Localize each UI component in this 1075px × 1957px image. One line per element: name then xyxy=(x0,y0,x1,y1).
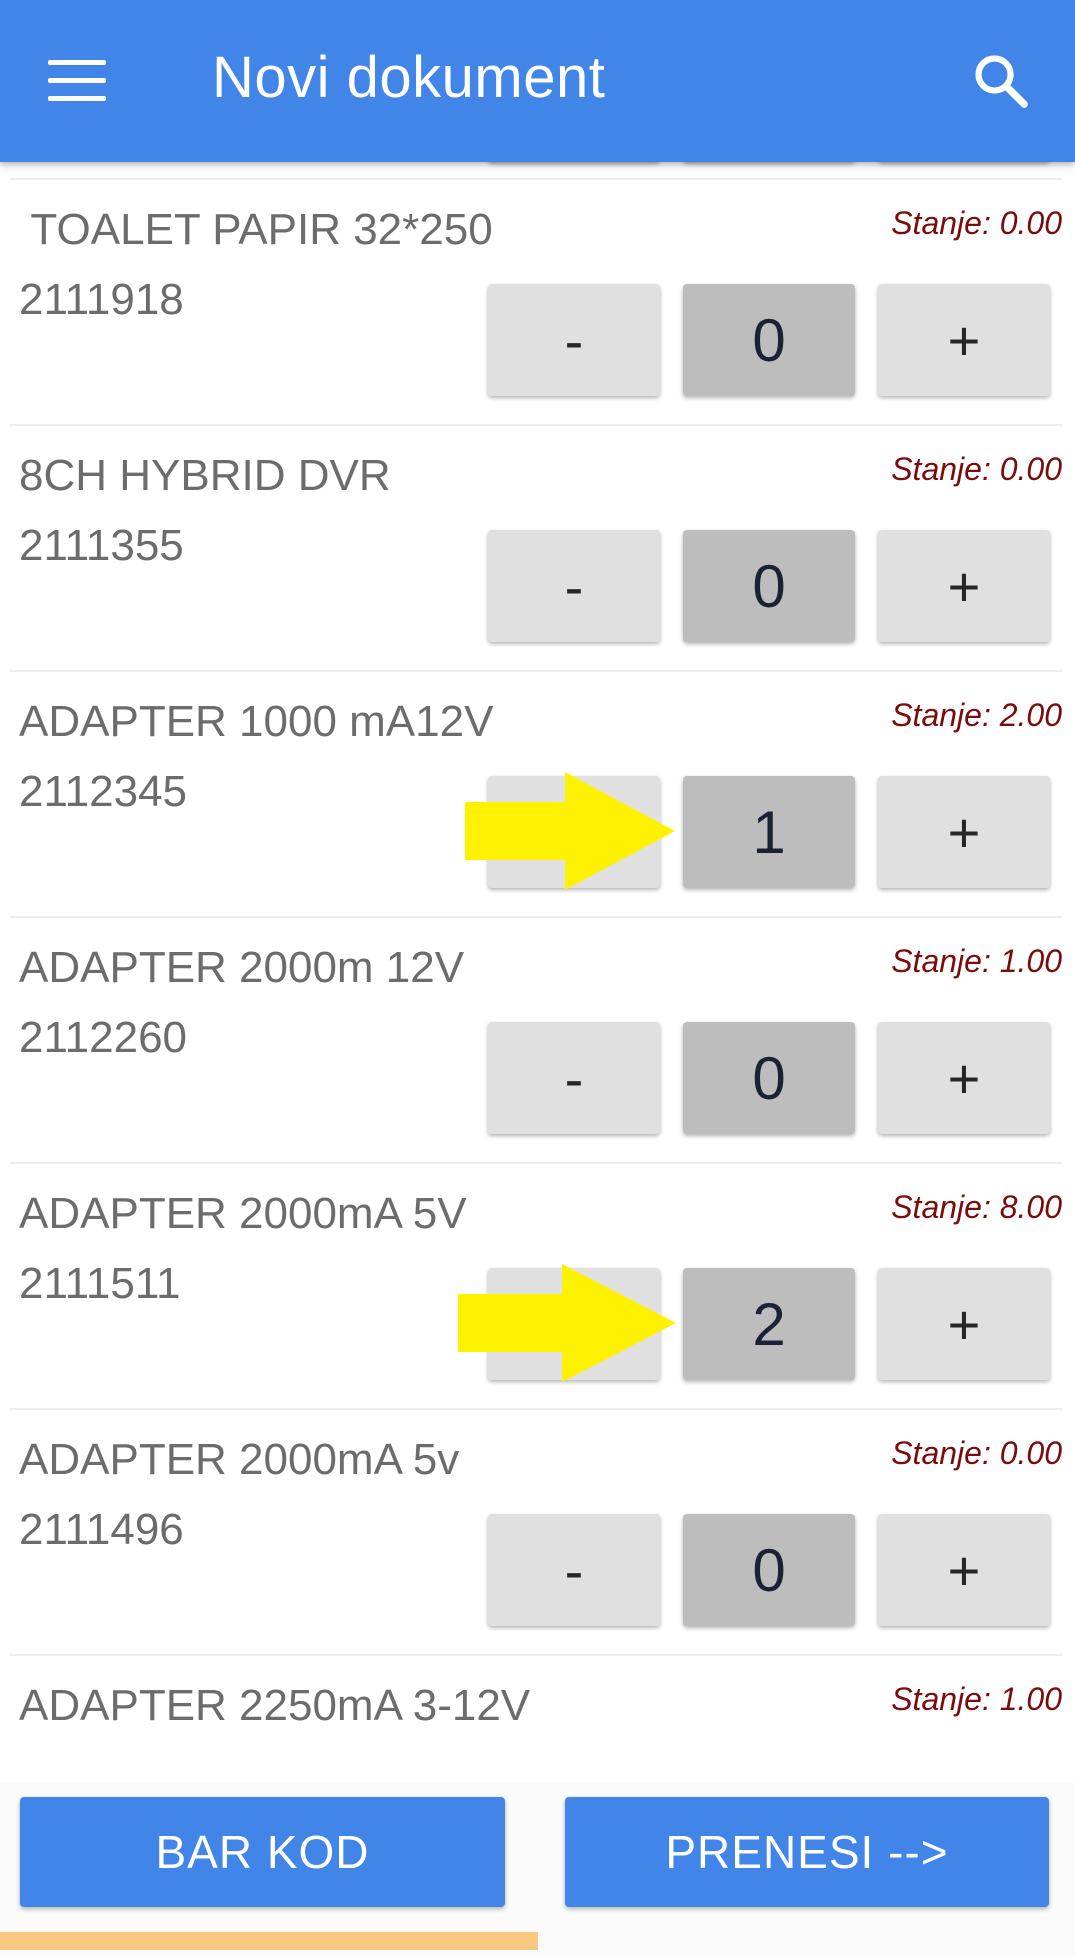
app-bar: Novi dokument xyxy=(0,0,1075,162)
minus-button[interactable]: - xyxy=(488,284,660,396)
article-code: 2112345 xyxy=(19,767,188,816)
minus-button[interactable]: - xyxy=(488,1022,660,1134)
list-item: ADAPTER 1000 mA12V 2112345 Stanje: 2.00 … xyxy=(10,672,1062,918)
search-icon[interactable] xyxy=(970,50,1032,112)
minus-button[interactable]: - xyxy=(488,530,660,642)
stock-label: Stanje: 1.00 xyxy=(891,943,1062,979)
list-item-partial xyxy=(10,162,1062,180)
article-code: 2112260 xyxy=(19,1013,188,1062)
list-item: TOALET PAPIR 32*250 2111918 Stanje: 0.00… xyxy=(10,180,1062,426)
plus-button[interactable]: + xyxy=(878,1514,1050,1626)
quantity-field[interactable]: 1 xyxy=(683,776,855,888)
stock-label: Stanje: 0.00 xyxy=(891,1435,1062,1471)
list-item: ADAPTER 2250mA 3-12V Stanje: 1.00 xyxy=(10,1656,1062,1782)
plus-button[interactable]: + xyxy=(878,1268,1050,1380)
page-title: Novi dokument xyxy=(212,45,606,110)
article-name: ADAPTER 2000mA 5v xyxy=(19,1435,460,1484)
bottom-action-bar: BAR KOD PRENESI --> xyxy=(0,1782,1075,1957)
plus-button[interactable]: + xyxy=(878,284,1050,396)
minus-button[interactable]: - xyxy=(488,1514,660,1626)
stock-label: Stanje: 0.00 xyxy=(891,451,1062,487)
list-item: ADAPTER 2000mA 5V 2111511 Stanje: 8.00 -… xyxy=(10,1164,1062,1410)
barcode-button[interactable]: BAR KOD xyxy=(20,1797,505,1907)
article-name: ADAPTER 2000mA 5V xyxy=(19,1189,467,1238)
article-name: TOALET PAPIR 32*250 xyxy=(19,205,493,254)
article-code: 2111355 xyxy=(19,521,184,570)
article-name: ADAPTER 1000 mA12V xyxy=(19,697,494,746)
quantity-field[interactable]: 0 xyxy=(683,1022,855,1134)
article-name: ADAPTER 2000m 12V xyxy=(19,943,465,992)
transfer-button[interactable]: PRENESI --> xyxy=(565,1797,1049,1907)
plus-button[interactable]: + xyxy=(878,776,1050,888)
minus-button[interactable]: - xyxy=(488,1268,660,1380)
stock-label: Stanje: 0.00 xyxy=(891,205,1062,241)
article-code: 2111918 xyxy=(19,275,184,324)
plus-button[interactable]: + xyxy=(878,530,1050,642)
article-name: 8CH HYBRID DVR xyxy=(19,451,391,500)
list-item: ADAPTER 2000m 12V 2112260 Stanje: 1.00 -… xyxy=(10,918,1062,1164)
stock-label: Stanje: 2.00 xyxy=(891,697,1062,733)
list-item: ADAPTER 2000mA 5v 2111496 Stanje: 0.00 -… xyxy=(10,1410,1062,1656)
article-code: 2111496 xyxy=(19,1505,184,1554)
article-name: ADAPTER 2250mA 3-12V xyxy=(19,1681,531,1730)
quantity-field[interactable]: 0 xyxy=(683,1514,855,1626)
quantity-field[interactable]: 0 xyxy=(683,530,855,642)
stock-label: Stanje: 8.00 xyxy=(891,1189,1062,1225)
list-item: 8CH HYBRID DVR 2111355 Stanje: 0.00 - 0 … xyxy=(10,426,1062,672)
stock-label: Stanje: 1.00 xyxy=(891,1681,1062,1717)
quantity-field[interactable]: 0 xyxy=(683,284,855,396)
progress-bar xyxy=(0,1932,538,1950)
article-list[interactable]: TOALET PAPIR 32*250 2111918 Stanje: 0.00… xyxy=(10,162,1062,1782)
hamburger-menu-icon[interactable] xyxy=(48,58,108,102)
article-code: 2111511 xyxy=(19,1259,181,1308)
quantity-field[interactable]: 2 xyxy=(683,1268,855,1380)
minus-button[interactable]: - xyxy=(488,776,660,888)
plus-button[interactable]: + xyxy=(878,1022,1050,1134)
